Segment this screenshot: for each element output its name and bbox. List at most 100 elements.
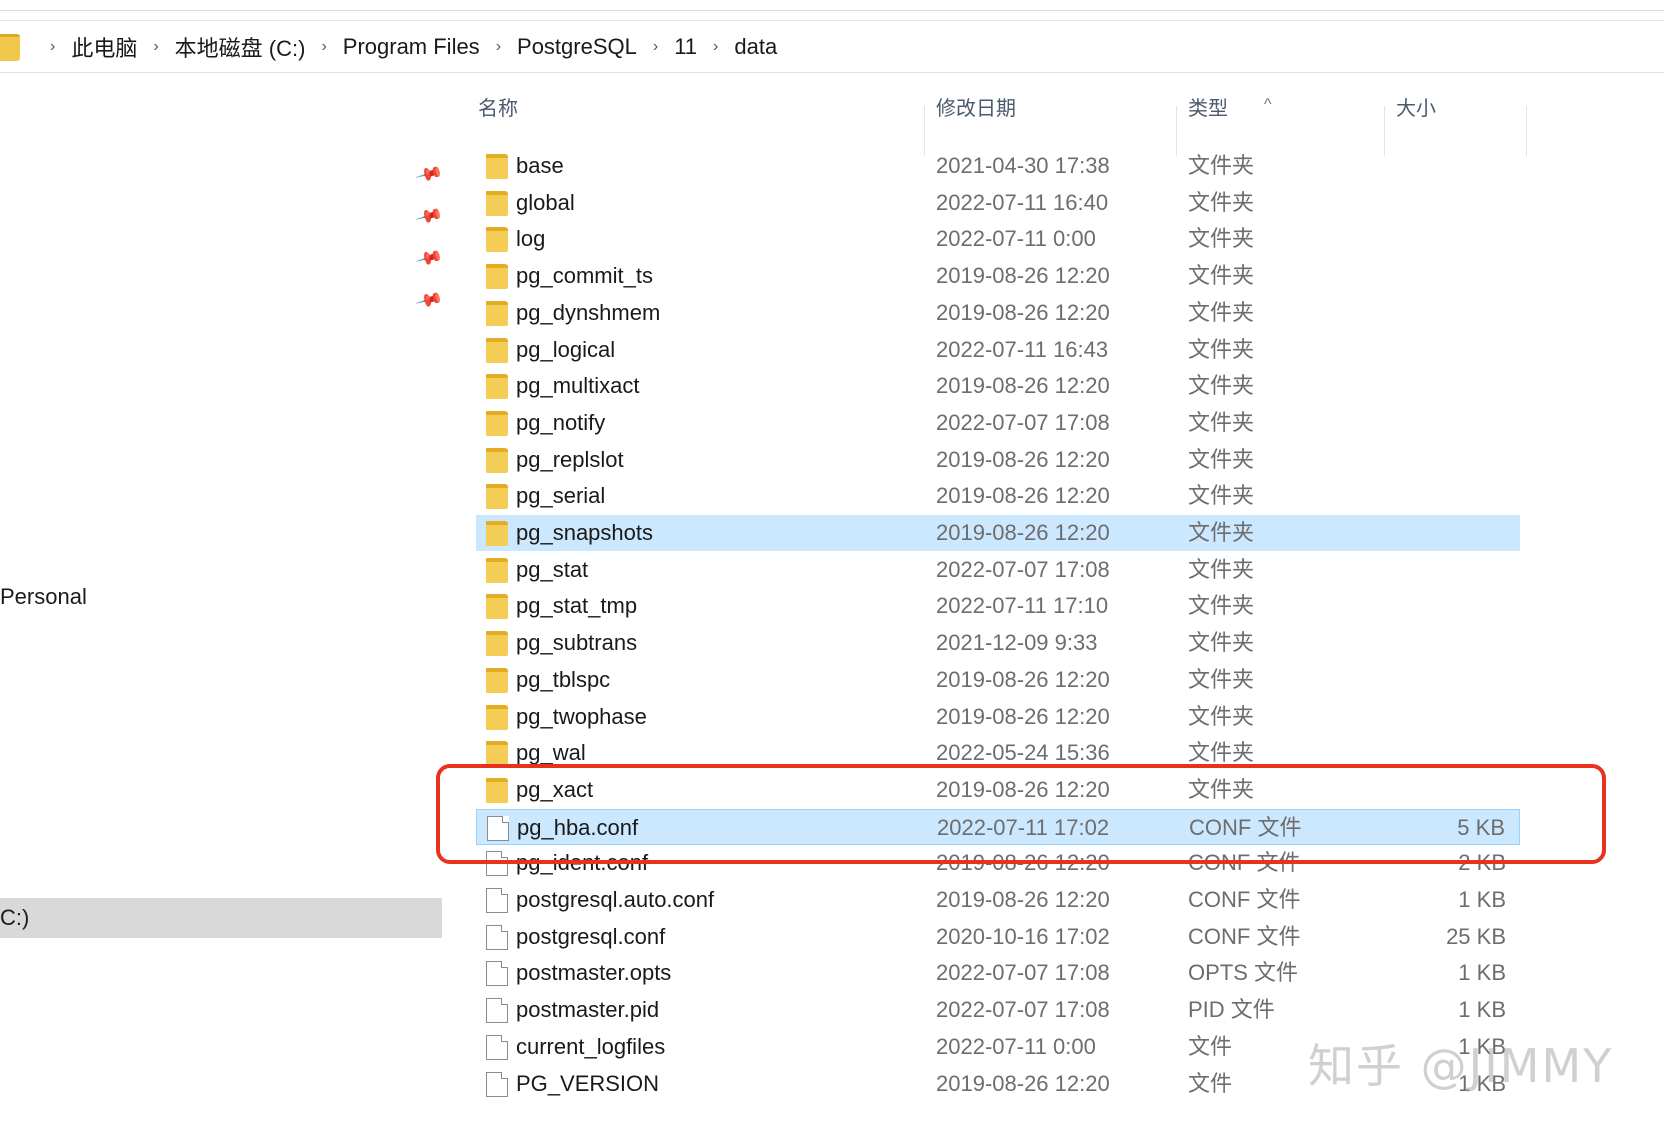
address-bar[interactable]: › 此电脑 › 本地磁盘 (C:) › Program Files › Post…	[0, 22, 1664, 73]
modified-date: 2022-07-11 16:40	[936, 189, 1109, 215]
file-icon	[486, 1034, 508, 1060]
ribbon-bottom-border	[0, 20, 1664, 21]
sidebar-item-personal[interactable]: Personal	[0, 584, 87, 610]
file-name: pg_multixact	[516, 373, 640, 399]
navigation-pane: 📌 📌 📌 📌 Personal	[0, 72, 444, 1126]
sort-ascending-icon: ^	[1264, 96, 1272, 113]
file-name: pg_commit_ts	[516, 263, 653, 289]
file-type: CONF 文件	[1188, 887, 1301, 912]
file-name: pg_snapshots	[516, 520, 653, 545]
table-row[interactable]: pg_commit_ts 2019-08-26 12:20 文件夹	[476, 258, 1520, 294]
table-row[interactable]: base 2021-04-30 17:38 文件夹	[476, 148, 1520, 184]
file-type: 文件夹	[1188, 336, 1255, 362]
column-divider[interactable]	[1526, 106, 1527, 156]
modified-date: 2019-08-26 12:20	[936, 483, 1110, 509]
table-row[interactable]: pg_stat_tmp 2022-07-11 17:10 文件夹	[476, 588, 1520, 624]
file-name: pg_stat	[516, 556, 589, 582]
folder-icon	[486, 410, 508, 436]
file-type: PID 文件	[1188, 997, 1275, 1023]
table-row[interactable]: pg_twophase 2019-08-26 12:20 文件夹	[476, 699, 1520, 735]
table-row[interactable]: pg_xact 2019-08-26 12:20 文件夹	[476, 772, 1520, 808]
table-row[interactable]: postmaster.pid 2022-07-07 17:08 PID 文件 1 KB	[476, 992, 1520, 1028]
modified-date: 2019-08-26 12:20	[936, 520, 1110, 545]
modified-date: 2019-08-26 12:20	[936, 666, 1110, 692]
file-size: 2 KB	[1458, 850, 1506, 876]
file-icon	[486, 1071, 508, 1097]
modified-date: 2022-07-11 0:00	[936, 226, 1096, 252]
folder-icon	[486, 667, 508, 693]
table-row[interactable]: pg_multixact 2019-08-26 12:20 文件夹	[476, 368, 1520, 404]
pin-icon[interactable]: 📌	[414, 160, 444, 189]
pin-icon[interactable]: 📌	[414, 202, 444, 231]
column-header-name[interactable]: 名称	[478, 90, 518, 140]
modified-date: 2021-04-30 17:38	[936, 153, 1110, 178]
file-size: 1 KB	[1458, 997, 1506, 1023]
file-type: 文件夹	[1188, 263, 1255, 289]
pin-icon[interactable]: 📌	[414, 244, 444, 273]
table-row[interactable]: pg_serial 2019-08-26 12:20 文件夹	[476, 478, 1520, 514]
table-row[interactable]: postgresql.conf 2020-10-16 17:02 CONF 文件 25…	[476, 919, 1520, 955]
sidebar-item-c-drive[interactable]: C:)	[0, 898, 442, 938]
chevron-right-icon[interactable]: ›	[321, 38, 326, 56]
file-name: PG_VERSION	[516, 1070, 660, 1096]
column-header-size[interactable]: 大小	[1396, 90, 1436, 140]
file-type: 文件夹	[1188, 520, 1255, 545]
table-row[interactable]: postmaster.opts 2022-07-07 17:08 OPTS 文件 1 …	[476, 955, 1520, 991]
table-row[interactable]: pg_hba.conf 2022-07-11 17:02 CONF 文件 5 KB	[476, 808, 1520, 845]
modified-date: 2019-08-26 12:20	[936, 703, 1110, 729]
file-size: 5 KB	[1457, 814, 1505, 840]
watermark-text: 知乎 @JIMMY	[1308, 1039, 1614, 1093]
table-row[interactable]: pg_dynshmem 2019-08-26 12:20 文件夹	[476, 295, 1520, 331]
file-size: 25 KB	[1446, 923, 1506, 949]
file-icon	[486, 998, 508, 1024]
breadcrumb-program-files[interactable]: Program Files	[343, 34, 480, 60]
modified-date: 2019-08-26 12:20	[936, 299, 1110, 325]
table-row[interactable]: postgresql.auto.conf 2019-08-26 12:20 CONF…	[476, 882, 1520, 918]
table-row[interactable]: pg_stat 2022-07-07 17:08 文件夹	[476, 552, 1520, 588]
file-size: 1 KB	[1458, 887, 1506, 912]
table-row[interactable]: log 2022-07-11 0:00 文件夹	[476, 221, 1520, 257]
table-row[interactable]: pg_ident.conf 2019-08-26 12:20 CONF 文件 2 KB	[476, 845, 1520, 881]
table-row[interactable]: pg_wal 2022-05-24 15:36 文件夹	[476, 735, 1520, 771]
file-name: pg_xact	[516, 776, 594, 802]
table-row[interactable]: pg_replslot 2019-08-26 12:20 文件夹	[476, 442, 1520, 478]
modified-date: 2022-07-07 17:08	[936, 409, 1110, 435]
file-type: 文件夹	[1188, 483, 1255, 509]
column-header-date[interactable]: 修改日期	[936, 90, 1016, 140]
file-name: pg_stat_tmp	[516, 593, 638, 619]
breadcrumb-version[interactable]: 11	[674, 34, 697, 60]
file-name: pg_dynshmem	[516, 299, 661, 325]
table-row[interactable]: pg_subtrans 2021-12-09 9:33 文件夹	[476, 625, 1520, 661]
table-row[interactable]: pg_logical 2022-07-11 16:43 文件夹	[476, 332, 1520, 368]
breadcrumb-data[interactable]: data	[734, 34, 777, 60]
file-name: log	[516, 226, 546, 252]
table-row[interactable]: pg_snapshots 2019-08-26 12:20 文件夹	[476, 515, 1520, 551]
file-type: 文件夹	[1188, 446, 1255, 472]
breadcrumb-postgresql[interactable]: PostgreSQL	[517, 34, 637, 60]
file-type: 文件夹	[1188, 373, 1255, 399]
file-type: 文件夹	[1188, 776, 1255, 802]
file-type: 文件	[1188, 1033, 1233, 1059]
modified-date: 2019-08-26 12:20	[936, 776, 1110, 802]
chevron-right-icon[interactable]: ›	[653, 38, 658, 56]
table-row[interactable]: global 2022-07-11 16:40 文件夹	[476, 185, 1520, 221]
file-name: global	[516, 189, 575, 215]
chevron-right-icon[interactable]: ›	[50, 38, 55, 56]
file-name: pg_wal	[516, 740, 586, 766]
breadcrumb-this-pc[interactable]: 此电脑	[71, 31, 137, 63]
breadcrumb-local-disk[interactable]: 本地磁盘 (C:)	[175, 31, 306, 63]
chevron-right-icon[interactable]: ›	[713, 38, 718, 56]
file-type: 文件夹	[1188, 556, 1255, 582]
folder-icon	[486, 631, 508, 657]
table-row[interactable]: pg_tblspc 2019-08-26 12:20 文件夹	[476, 662, 1520, 698]
file-name: pg_hba.conf	[517, 814, 639, 840]
chevron-right-icon[interactable]: ›	[153, 38, 158, 56]
file-icon	[486, 961, 508, 987]
file-icon	[486, 924, 508, 950]
pin-icon[interactable]: 📌	[414, 286, 444, 315]
table-row[interactable]: pg_notify 2022-07-07 17:08 文件夹	[476, 405, 1520, 441]
file-type: CONF 文件	[1188, 850, 1301, 876]
folder-icon	[486, 484, 508, 510]
chevron-right-icon[interactable]: ›	[496, 38, 501, 56]
column-header-type[interactable]: 类型	[1188, 90, 1228, 140]
